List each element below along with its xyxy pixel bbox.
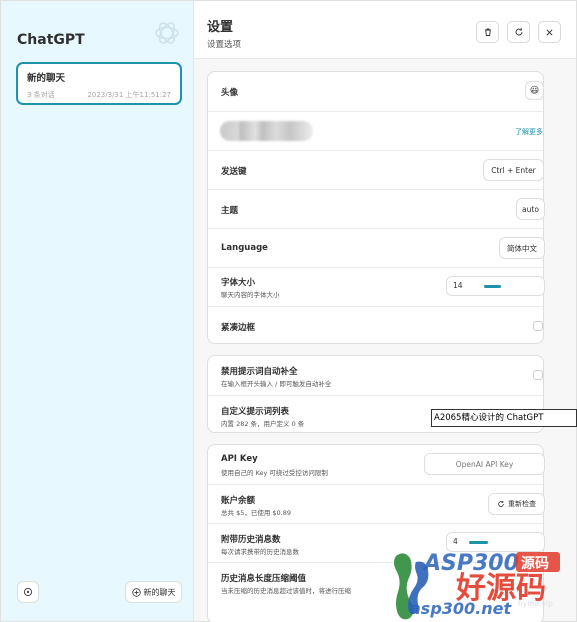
page-title: 设置 (207, 20, 234, 35)
svg-text:源码: 源码 (521, 555, 549, 572)
svg-text:asp300.net: asp300.net (410, 599, 512, 618)
plus-circle-icon (131, 587, 141, 597)
watermark-logo: ASP300 源码 好源码 asp300.net (394, 551, 560, 620)
send-key-label: 发送键 (221, 167, 247, 177)
avatar-picker-button[interactable]: 😃 (525, 81, 544, 100)
chat-count: 3 条对话 (27, 91, 55, 99)
new-chat-button[interactable]: 新的聊天 (125, 581, 182, 603)
settings-panel-general: 头像 😃 了解更多 发送键 Ctrl + Enter 主题 auto Langu… (207, 71, 545, 345)
language-row: Language 简体中文 (208, 228, 545, 267)
disable-prompt-row: 禁用提示词自动补全 在输入框开头输入 / 即可触发自动补全 (208, 356, 543, 395)
history-label: 附带历史消息数 (221, 535, 281, 545)
clear-data-button[interactable] (476, 21, 499, 43)
api-key-sub: 使用自己的 Key 可绕过受控访问限制 (221, 469, 328, 477)
font-size-label: 字体大小 (221, 278, 256, 288)
close-icon (546, 28, 553, 36)
language-select[interactable]: 简体中文 (499, 237, 545, 259)
history-value: 4 (453, 537, 458, 546)
tooltip: A2065精心设计的 ChatGPT (431, 409, 577, 427)
watermark-host: hyma.vip (518, 599, 553, 608)
font-size-row: 字体大小 聊天内容的字体大小 14 (208, 267, 545, 306)
tight-border-label: 紧凑边框 (221, 323, 256, 333)
history-slider-fill (469, 541, 488, 544)
avatar-emoji: 😃 (529, 85, 540, 96)
font-size-slider-fill (484, 285, 501, 288)
send-key-select[interactable]: Ctrl + Enter (483, 159, 544, 181)
settings-button[interactable] (17, 581, 39, 603)
custom-prompt-label: 自定义提示词列表 (221, 407, 290, 417)
language-label: Language (221, 243, 268, 253)
api-key-row: API Key 使用自己的 Key 可绕过受控访问限制 OpenAI API K… (208, 445, 545, 484)
language-value: 简体中文 (507, 243, 537, 253)
send-key-row: 发送键 Ctrl + Enter (208, 150, 544, 189)
gear-icon (23, 587, 33, 597)
compress-sub: 当未压缩的历史消息超过该值时，将进行压缩 (221, 587, 351, 595)
disable-prompt-label: 禁用提示词自动补全 (221, 367, 298, 377)
avatar-row: 头像 😃 (208, 72, 544, 111)
blurred-version-info (220, 121, 313, 141)
tight-border-checkbox[interactable] (533, 321, 543, 331)
tight-border-row: 紧凑边框 (208, 306, 543, 345)
trash-icon (484, 28, 491, 36)
balance-label: 账户余额 (221, 496, 256, 506)
font-size-slider[interactable]: 14 (446, 276, 545, 296)
theme-value: auto (522, 204, 539, 214)
compress-label: 历史消息长度压缩阈值 (221, 574, 307, 584)
refresh-icon (498, 501, 504, 507)
balance-row: 账户余额 总共 $5，已使用 $0.89 重新检查 (208, 484, 545, 523)
disable-prompt-checkbox[interactable] (533, 370, 543, 380)
chat-meta: 3 条对话 2023/3/31 上午11:51:27 (27, 90, 171, 100)
new-chat-label: 新的聊天 (143, 587, 176, 597)
settings-header: 设置 设置选项 (194, 1, 576, 59)
theme-label: 主题 (221, 206, 239, 216)
api-key-placeholder: OpenAI API Key (455, 459, 514, 469)
close-button[interactable] (538, 21, 561, 43)
api-key-input[interactable]: OpenAI API Key (424, 453, 545, 475)
openai-logo-icon (155, 22, 179, 44)
chat-list-item[interactable]: 新的聊天 3 条对话 2023/3/31 上午11:51:27 (16, 62, 182, 105)
sidebar: ChatGPT 新的聊天 3 条对话 2023/3/31 上午11:51:27 (1, 1, 194, 621)
settings-content: 头像 😃 了解更多 发送键 Ctrl + Enter 主题 auto Langu… (194, 59, 576, 622)
page-subtitle: 设置选项 (207, 40, 242, 50)
api-key-label: API Key (221, 454, 258, 464)
history-sub: 每次请求携带的历史消息数 (221, 548, 299, 556)
custom-prompt-sub: 内置 282 条，用户定义 0 条 (221, 420, 305, 428)
reset-button[interactable] (507, 21, 530, 43)
avatar-label: 头像 (221, 88, 239, 98)
disable-prompt-sub: 在输入框开头输入 / 即可触发自动补全 (221, 380, 332, 388)
recheck-label: 重新检查 (508, 500, 536, 508)
theme-select[interactable]: auto (516, 198, 545, 220)
settings-page: 设置 设置选项 头像 😃 了解更多 发送键 Ctrl + Enter 主题 au… (194, 1, 576, 622)
recheck-button[interactable]: 重新检查 (488, 493, 545, 515)
font-size-sub: 聊天内容的字体大小 (221, 291, 280, 299)
theme-row: 主题 auto (208, 189, 545, 228)
chat-title: 新的聊天 (27, 73, 66, 84)
font-size-value: 14 (453, 281, 463, 290)
send-key-value: Ctrl + Enter (491, 165, 536, 175)
refresh-icon (515, 28, 522, 36)
learn-more-link[interactable]: 了解更多 (515, 127, 543, 137)
app-window: ChatGPT 新的聊天 3 条对话 2023/3/31 上午11:51:27 (0, 0, 577, 622)
balance-sub: 总共 $5，已使用 $0.89 (221, 509, 292, 517)
chat-time: 2023/3/31 上午11:51:27 (87, 91, 171, 99)
brand-title: ChatGPT (17, 32, 85, 48)
version-row: 了解更多 (208, 111, 543, 150)
